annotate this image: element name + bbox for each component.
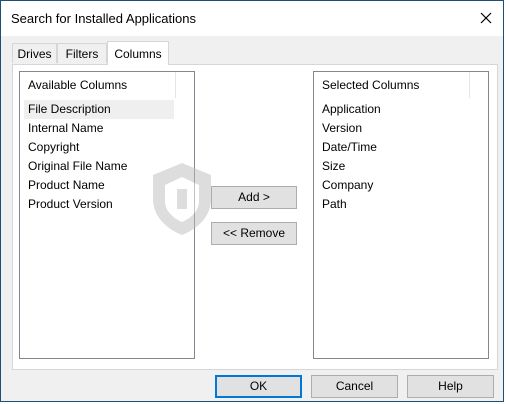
shield-logo-icon <box>153 163 211 235</box>
title-bar: Search for Installed Applications <box>1 1 503 36</box>
columns-panel: Available Columns File Description Inter… <box>12 64 498 370</box>
tab-columns[interactable]: Columns <box>107 41 169 65</box>
remove-button[interactable]: << Remove <box>211 222 297 245</box>
add-button[interactable]: Add > <box>211 186 297 209</box>
list-item[interactable]: Date/Time <box>318 138 468 157</box>
list-item[interactable]: Path <box>318 195 468 214</box>
available-columns-header: Available Columns <box>20 72 176 98</box>
tab-filters[interactable]: Filters <box>57 43 107 63</box>
list-item[interactable]: Application <box>318 100 468 119</box>
close-button[interactable] <box>469 1 503 35</box>
help-button[interactable]: Help <box>407 375 494 398</box>
window-title: Search for Installed Applications <box>11 11 196 26</box>
selected-columns-list[interactable]: Selected Columns Application Version Dat… <box>313 71 489 359</box>
list-item[interactable]: File Description <box>24 100 174 119</box>
list-item[interactable]: Internal Name <box>24 119 174 138</box>
cancel-button[interactable]: Cancel <box>311 375 398 398</box>
tab-columns-label: Columns <box>114 47 162 61</box>
list-item[interactable]: Size <box>318 157 468 176</box>
list-item[interactable]: Copyright <box>24 138 174 157</box>
tab-filters-label: Filters <box>65 47 99 61</box>
close-icon <box>480 12 492 24</box>
tab-drives-label: Drives <box>17 47 52 61</box>
ok-button[interactable]: OK <box>215 375 302 398</box>
list-item[interactable]: Company <box>318 176 468 195</box>
list-item[interactable]: Version <box>318 119 468 138</box>
tab-drives[interactable]: Drives <box>12 43 57 63</box>
selected-columns-header: Selected Columns <box>314 72 470 98</box>
search-installed-apps-dialog: Search for Installed Applications Drives… <box>0 0 504 402</box>
